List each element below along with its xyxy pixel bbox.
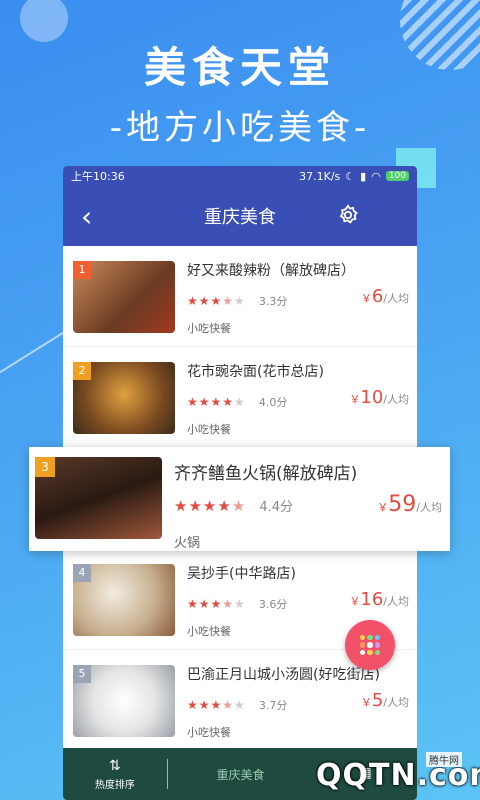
rating-score: 4.4分 (259, 500, 294, 515)
sort-icon: ⇅ (109, 757, 121, 774)
moon-icon: ☾ (345, 169, 356, 183)
highlighted-item[interactable]: 3 齐齐鳝鱼火锅(解放碑店) ★★★★★ 4.4分 ￥59/人均 火锅 (29, 447, 450, 551)
price-per-person: ￥5/人均 (360, 690, 409, 711)
price-per-person: ￥10/人均 (349, 387, 409, 408)
status-time: 上午10:36 (71, 170, 125, 183)
star-rating: ★★★★★ (187, 698, 246, 712)
restaurant-name: 吴抄手(中华路店) (187, 566, 296, 582)
battery-icon: 100 (385, 171, 409, 181)
rating-score: 3.7分 (258, 699, 288, 712)
page-title: 重庆美食 (204, 207, 276, 228)
star-rating: ★★★★★ (187, 597, 246, 611)
star-rating: ★★★★★ (174, 497, 247, 515)
grid-dots-icon (360, 635, 380, 655)
tab-hot-sort[interactable]: ⇅ 热度排序 (63, 758, 167, 791)
star-rating: ★★★★★ (187, 395, 246, 409)
network-speed: 37.1K/s (299, 169, 341, 183)
watermark-sub: 腾牛网 (426, 752, 462, 767)
list-item[interactable]: 2 花市豌杂面(花市总店) ★★★★★ 4.0分 ￥10/人均 小吃快餐 (63, 347, 417, 448)
status-bar: 上午10:36 37.1K/s ☾ ▮ ◠ 100 (63, 166, 417, 186)
category-label: 小吃快餐 (187, 726, 231, 739)
nav-bar: ‹ 重庆美食 (63, 186, 417, 246)
restaurant-name: 齐齐鳝鱼火锅(解放碑店) (174, 464, 358, 484)
rating-score: 3.3分 (258, 295, 288, 308)
promo-headline: 美食天堂 (143, 43, 336, 92)
price-per-person: ￥59/人均 (377, 492, 442, 517)
rank-badge: 5 (73, 665, 91, 683)
price-per-person: ￥6/人均 (360, 286, 409, 307)
floating-menu-button[interactable] (345, 620, 395, 670)
list-item[interactable]: 1 好又来酸辣粉（解放碑店） ★★★★★ 3.3分 ￥6/人均 小吃快餐 (63, 246, 417, 347)
wifi-icon: ◠ (371, 169, 381, 183)
price-per-person: ￥16/人均 (349, 589, 409, 610)
rank-badge: 1 (73, 261, 91, 279)
restaurant-name: 花市豌杂面(花市总店) (187, 364, 324, 380)
star-rating: ★★★★★ (187, 294, 246, 308)
rating-score: 3.6分 (258, 598, 288, 611)
site-watermark: QQTN.com 腾牛网 (270, 740, 480, 800)
rating-score: 4.0分 (258, 396, 288, 409)
category-label: 小吃快餐 (187, 322, 231, 335)
back-arrow-icon[interactable]: ‹ (81, 200, 92, 233)
rank-badge: 3 (35, 457, 55, 477)
rank-badge: 2 (73, 362, 91, 380)
category-label: 火锅 (174, 536, 201, 551)
restaurant-name: 好又来酸辣粉（解放碑店） (187, 263, 355, 279)
category-label: 小吃快餐 (187, 423, 231, 436)
promo-subline: -地方小吃美食- (109, 108, 371, 148)
gear-icon[interactable] (337, 204, 359, 226)
rank-badge: 4 (73, 564, 91, 582)
signal-icon: ▮ (360, 169, 367, 183)
